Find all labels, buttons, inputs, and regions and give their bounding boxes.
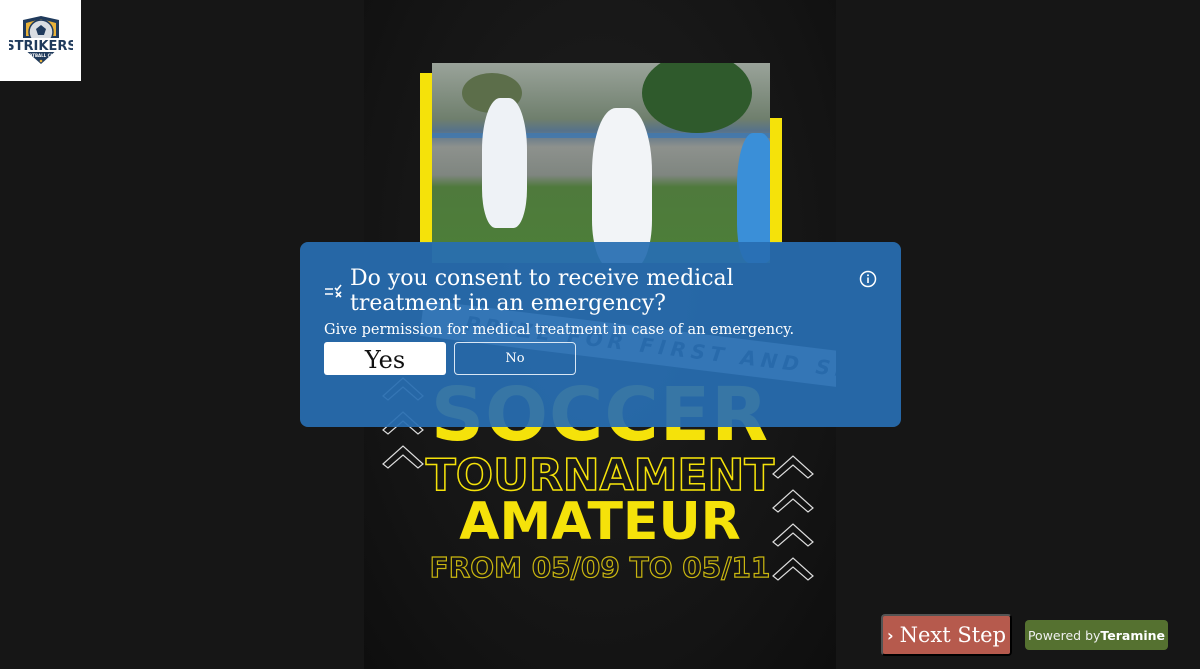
poster-dates: FROM 05/09 TO 05/11 bbox=[429, 550, 771, 584]
question-description: Give permission for medical treatment in… bbox=[324, 322, 795, 338]
checklist-icon bbox=[325, 284, 342, 298]
yes-option-button[interactable]: Yes bbox=[324, 342, 446, 375]
poster-photo-soccer-players bbox=[432, 63, 770, 263]
consent-question-card: Do you consent to receive medical treatm… bbox=[300, 242, 901, 427]
no-option-button[interactable]: No bbox=[454, 342, 576, 375]
chevron-right-icon: › bbox=[886, 625, 894, 645]
powered-by-prefix: Powered by bbox=[1027, 627, 1101, 643]
poster-accent-bar-right bbox=[770, 118, 782, 243]
powered-by-brand: Teramine bbox=[1100, 627, 1166, 643]
next-step-label: Next Step bbox=[899, 623, 1007, 647]
info-icon[interactable] bbox=[859, 270, 877, 288]
poster-level: AMATEUR bbox=[459, 492, 741, 552]
powered-by-badge[interactable]: Powered by Teramine bbox=[1025, 620, 1168, 650]
question-title: Do you consent to receive medical treatm… bbox=[350, 266, 734, 316]
club-logo: STRIKERS FOOTBALL CLUB bbox=[0, 0, 81, 81]
strikers-shield-icon: STRIKERS FOOTBALL CLUB bbox=[8, 15, 73, 64]
svg-text:STRIKERS: STRIKERS bbox=[9, 39, 73, 54]
svg-text:FOOTBALL CLUB: FOOTBALL CLUB bbox=[22, 53, 59, 58]
poster-accent-bar-left bbox=[420, 73, 432, 243]
next-step-button[interactable]: › Next Step bbox=[881, 614, 1012, 656]
question-header: Do you consent to receive medical treatm… bbox=[324, 266, 877, 316]
